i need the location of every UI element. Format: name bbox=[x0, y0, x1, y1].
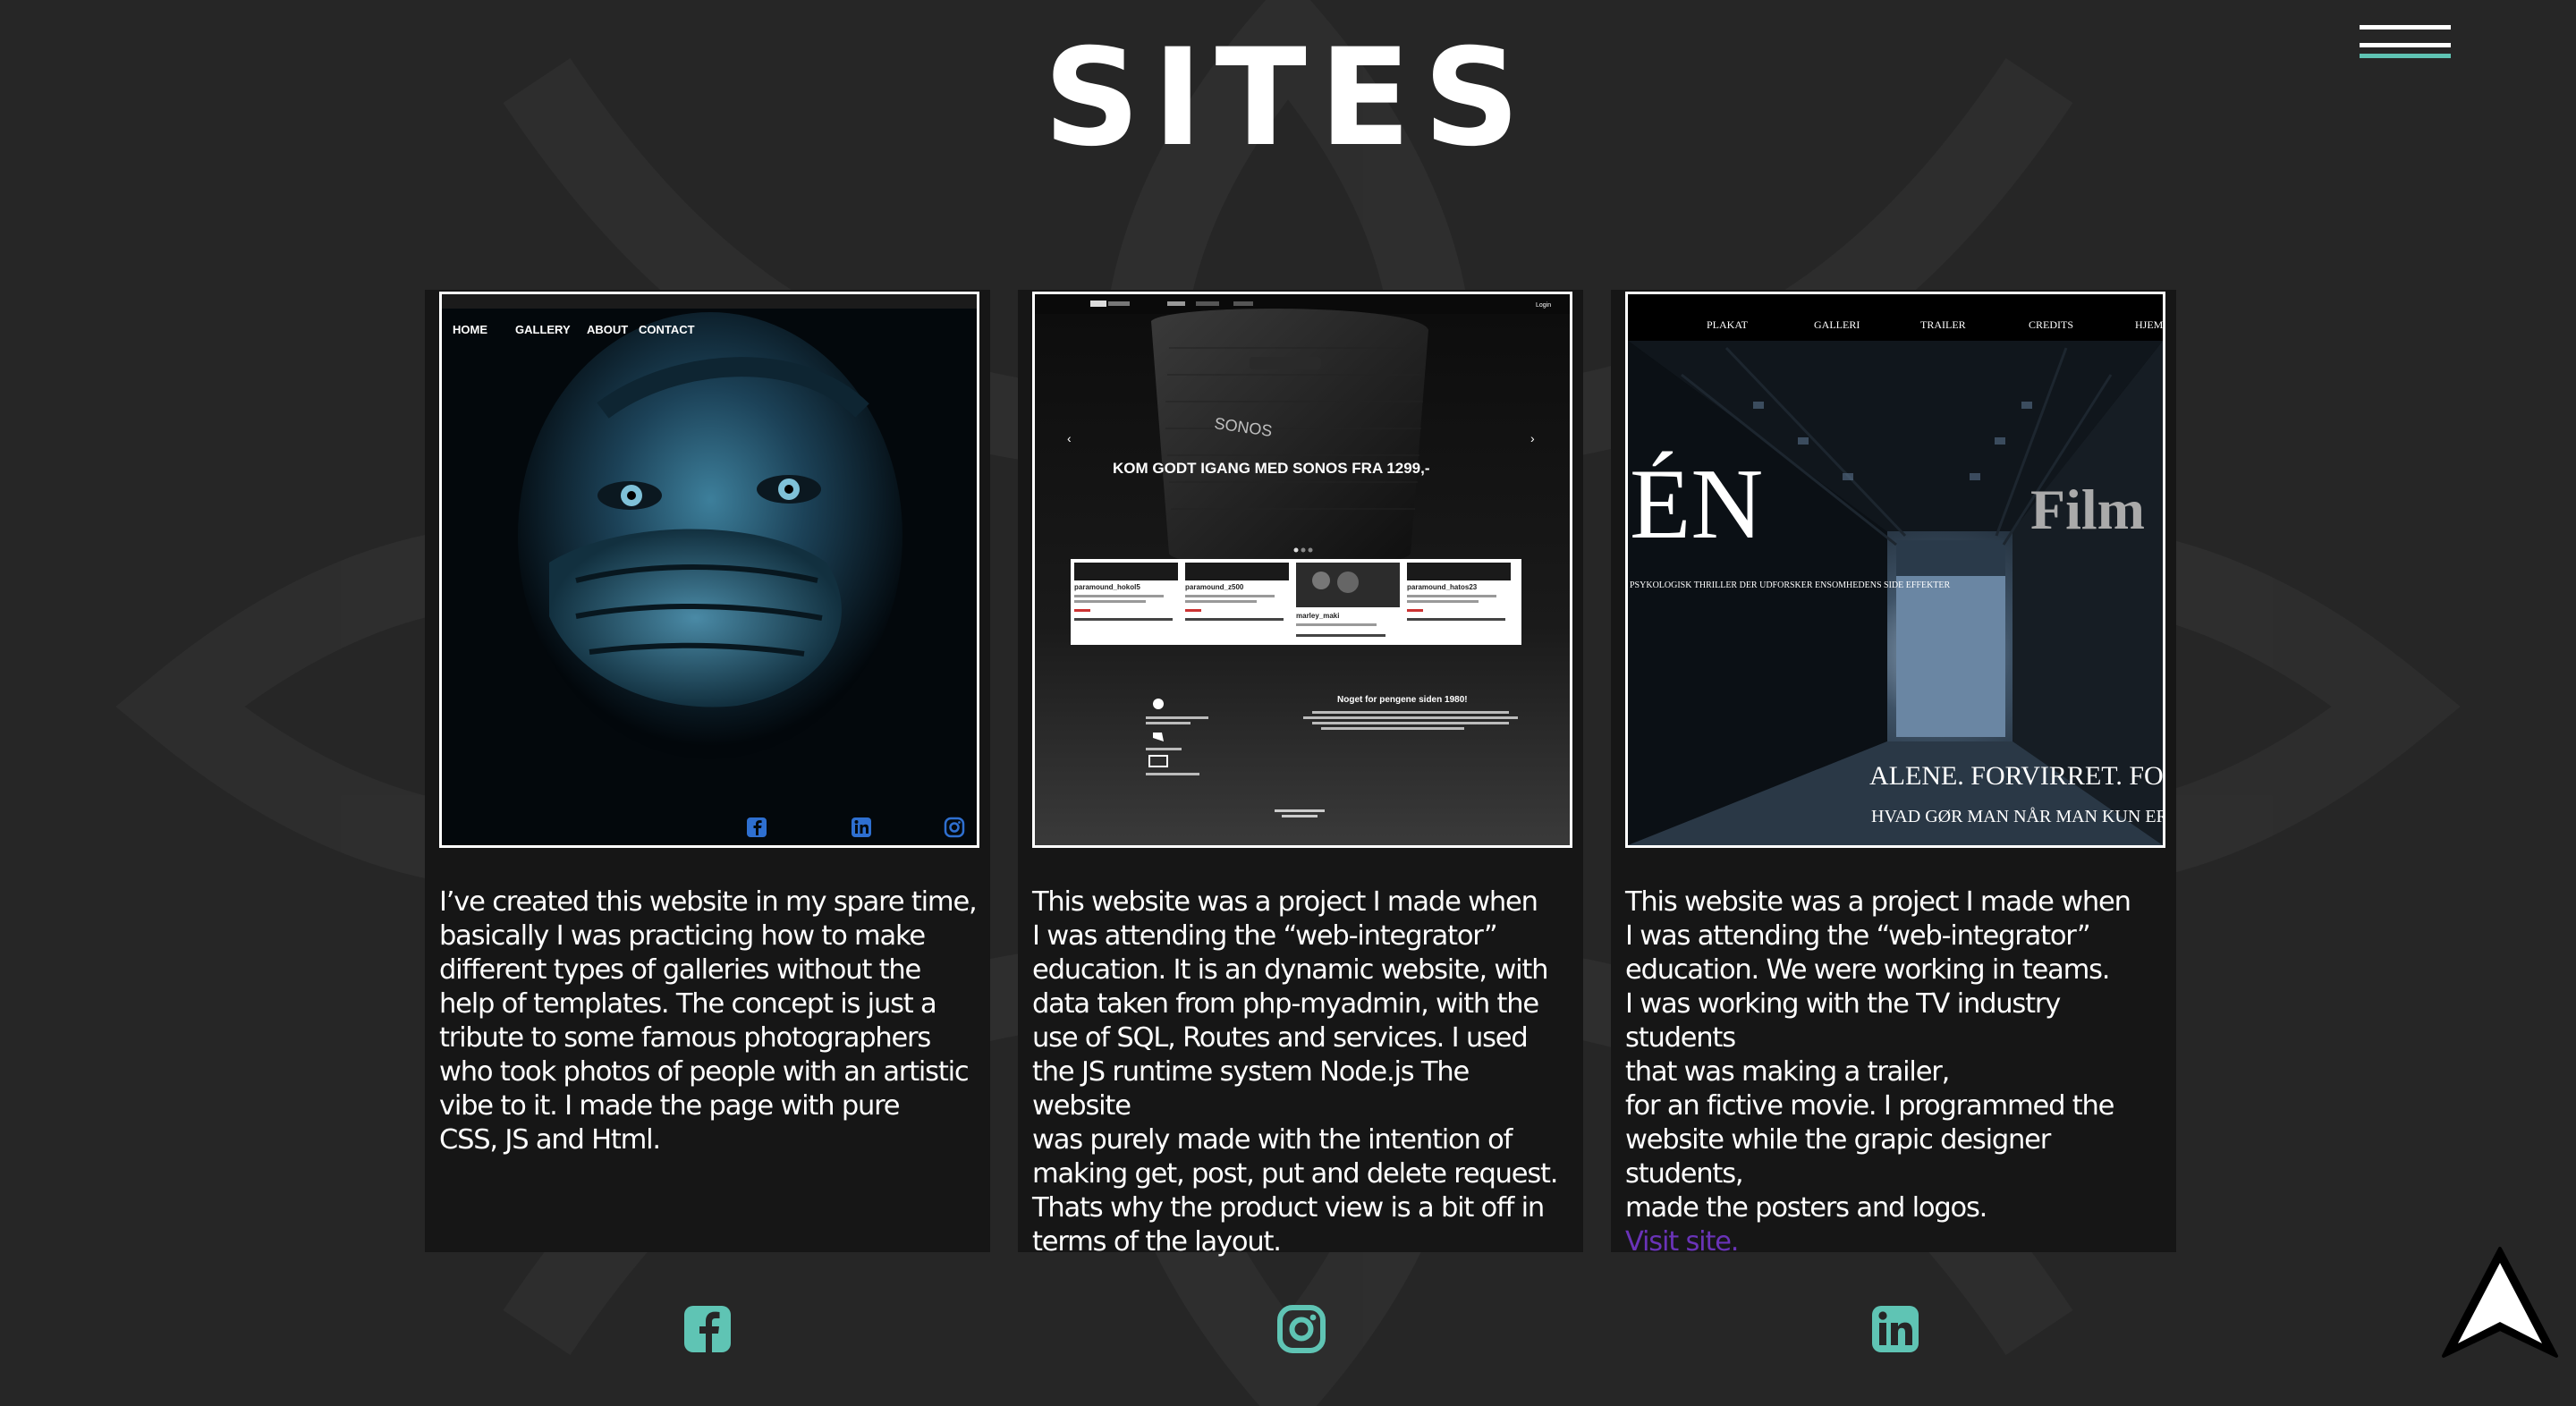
film-logo: Film bbox=[2030, 478, 2145, 541]
gallery-nav-home: HOME bbox=[453, 323, 487, 336]
sonos-site-screenshot: Login SONOS ‹ › KOM GODT IGANG MED SONOS… bbox=[1035, 294, 1570, 845]
gallery-nav-gallery: GALLERY bbox=[515, 323, 571, 336]
gallery-nav-contact: CONTACT bbox=[639, 323, 695, 336]
project-preview-gallery[interactable]: HOME GALLERY ABOUT CONTACT bbox=[439, 292, 979, 848]
menu-line-top bbox=[2360, 25, 2451, 30]
project-description-film: This website was a project I made when I… bbox=[1625, 885, 2166, 1259]
carousel-next-arrow: › bbox=[1530, 431, 1535, 445]
project-preview-film[interactable]: PLAKAT GALLERI TRAILER CREDITS HJEM ÉN F… bbox=[1625, 292, 2165, 848]
sonos-nav-login: Login bbox=[1536, 302, 1551, 309]
film-question: HVAD GØR MAN NÅR MAN KUN ER ÉN? bbox=[1871, 806, 2163, 826]
facebook-icon bbox=[747, 817, 767, 837]
facebook-icon[interactable] bbox=[682, 1304, 733, 1354]
menu-line-middle bbox=[2360, 43, 2451, 47]
instagram-icon[interactable] bbox=[1276, 1304, 1326, 1354]
linkedin-icon[interactable] bbox=[1870, 1304, 1920, 1354]
film-nav-plakat: PLAKAT bbox=[1707, 318, 1749, 331]
project-description-sonos: This website was a project I made when I… bbox=[1032, 886, 1558, 1258]
project-card-sonos: Login SONOS ‹ › KOM GODT IGANG MED SONOS… bbox=[1018, 290, 1583, 1258]
page-title: SITES bbox=[1043, 21, 1533, 176]
gallery-nav-about: ABOUT bbox=[587, 323, 628, 336]
arrow-up-icon[interactable] bbox=[2438, 1243, 2562, 1363]
linkedin-icon bbox=[852, 817, 871, 837]
product-title: paramound_z500 bbox=[1185, 583, 1244, 591]
film-tagline: ALENE. FORVIRRET. FORTABT. bbox=[1869, 761, 2163, 791]
menu-line-bottom bbox=[2360, 54, 2451, 58]
sonos-tagline: Noget for pengene siden 1980! bbox=[1337, 695, 1468, 705]
visit-site-link[interactable]: Visit site. bbox=[1625, 1226, 1739, 1258]
project-description-film-text: This website was a project I made when I… bbox=[1625, 886, 2131, 1224]
film-nav-hjem: HJEM bbox=[2135, 318, 2163, 331]
project-preview-sonos[interactable]: Login SONOS ‹ › KOM GODT IGANG MED SONOS… bbox=[1032, 292, 1572, 848]
carousel-prev-arrow: ‹ bbox=[1067, 431, 1072, 445]
project-cards: HOME GALLERY ABOUT CONTACT I’ve created … bbox=[0, 290, 2576, 1258]
film-nav-galleri: GALLERI bbox=[1814, 318, 1860, 331]
product-title: paramound_hatos23 bbox=[1407, 583, 1478, 591]
film-nav-trailer: TRAILER bbox=[1920, 318, 1966, 331]
project-card-film: PLAKAT GALLERI TRAILER CREDITS HJEM ÉN F… bbox=[1611, 290, 2176, 1258]
sonos-headline: KOM GODT IGANG MED SONOS FRA 1299,- bbox=[1113, 460, 1430, 477]
film-site-screenshot: PLAKAT GALLERI TRAILER CREDITS HJEM ÉN F… bbox=[1628, 294, 2163, 845]
film-title: ÉN bbox=[1630, 449, 1763, 560]
project-description-gallery: I’ve created this website in my spare ti… bbox=[439, 886, 978, 1156]
film-subtitle: PSYKOLOGISK THRILLER DER UDFORSKER ENSOM… bbox=[1630, 580, 1951, 590]
project-card-gallery: HOME GALLERY ABOUT CONTACT I’ve created … bbox=[425, 290, 990, 1252]
product-title: paramound_hokol5 bbox=[1074, 583, 1140, 591]
gallery-site-screenshot: HOME GALLERY ABOUT CONTACT bbox=[442, 294, 977, 845]
product-title: marley_maki bbox=[1296, 612, 1339, 620]
hamburger-menu-icon[interactable] bbox=[2360, 25, 2456, 66]
film-nav-credits: CREDITS bbox=[2029, 318, 2073, 331]
